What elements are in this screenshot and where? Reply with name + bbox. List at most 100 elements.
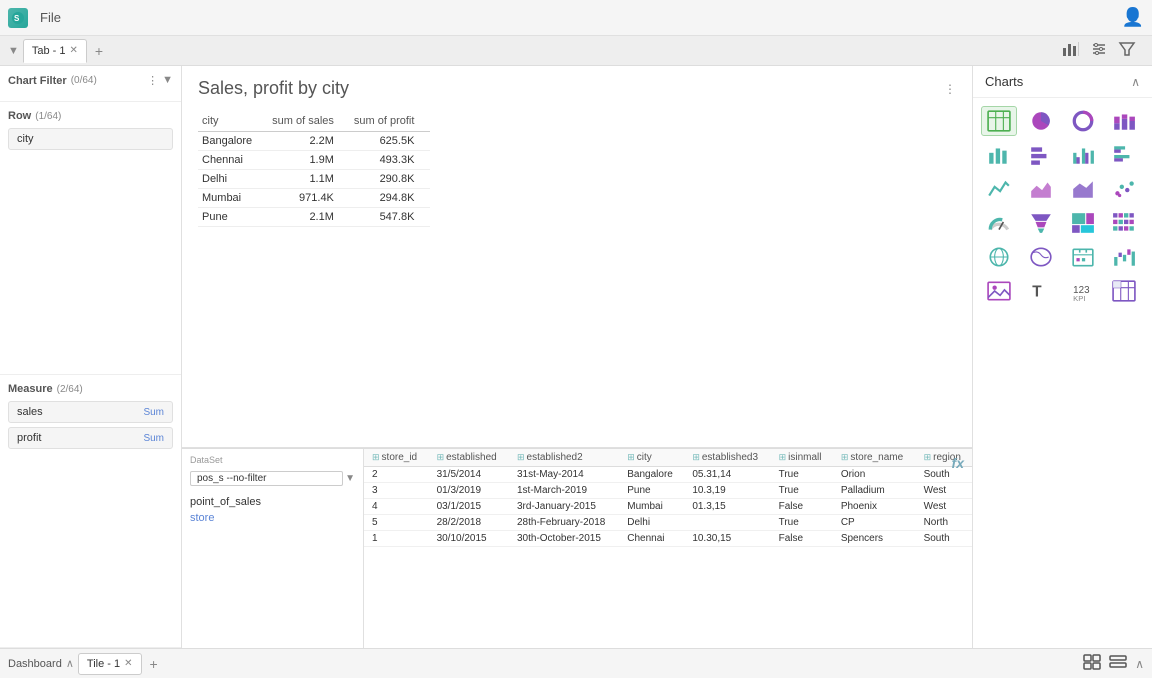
table-cell: 3 [364, 483, 429, 499]
add-tab-button[interactable]: + [91, 43, 107, 59]
table-cell: 28th-February-2018 [509, 515, 619, 531]
chart-type-area[interactable] [1023, 174, 1059, 204]
table-cell: 03/1/2015 [429, 499, 509, 515]
table-cell: Pune [619, 483, 684, 499]
tab-label: Tab - 1 [32, 45, 66, 57]
tile-close[interactable]: ✕ [124, 658, 132, 669]
chart-type-calendar[interactable] [1065, 242, 1101, 272]
tile-tab[interactable]: Tile - 1 ✕ [78, 653, 142, 675]
table-cell: 2 [364, 467, 429, 483]
bottom-col-store_name: ⊞store_name [833, 449, 916, 467]
table-row: 403/1/20153rd-January-2015Mumbai01.3,15F… [364, 499, 972, 515]
bottom-bar: Dashboard ∧ Tile - 1 ✕ + ∧ [0, 648, 1152, 678]
measure-profit-agg: Sum [143, 433, 164, 444]
table-cell: West [916, 499, 972, 515]
tab-1[interactable]: Tab - 1 ✕ [23, 39, 87, 63]
chart-cell: 2.1M [268, 208, 350, 227]
chart-type-heatmap[interactable] [1106, 208, 1142, 238]
dashboard-arrow[interactable]: ∧ [66, 657, 74, 670]
chart-type-scatter[interactable] [1106, 174, 1142, 204]
chart-type-bar[interactable] [981, 140, 1017, 170]
list-view-icon[interactable] [1109, 654, 1127, 673]
chart-type-world-map[interactable] [1023, 242, 1059, 272]
add-tile-button[interactable]: + [146, 656, 162, 672]
center-panel: Sales, profit by city ⋮ city sum of sale… [182, 66, 972, 648]
chart-type-filled-area[interactable] [1065, 174, 1101, 204]
collapse-icon[interactable]: ∧ [1135, 657, 1144, 671]
table-cell: 5 [364, 515, 429, 531]
top-bar: S File 👤 [0, 0, 1152, 36]
chart-cell: 493.3K [350, 151, 431, 170]
chart-type-gauge[interactable] [981, 208, 1017, 238]
chart-type-pie[interactable] [1023, 106, 1059, 136]
chart-type-line[interactable] [981, 174, 1017, 204]
chart-type-grouped-bar[interactable] [1065, 140, 1101, 170]
app-title: File [40, 10, 61, 25]
measure-field-sales[interactable]: sales Sum [8, 401, 173, 423]
grid-view-icon[interactable] [1083, 654, 1101, 673]
col-sum-sales: sum of sales [268, 111, 350, 132]
table-cell: Bangalore [619, 467, 684, 483]
chart-type-funnel[interactable] [1023, 208, 1059, 238]
measure-sales-label: sales [17, 406, 43, 418]
chart-type-donut[interactable] [1065, 106, 1101, 136]
chart-cell: 971.4K [268, 189, 350, 208]
svg-text:S: S [14, 14, 20, 23]
row-field[interactable]: city [8, 128, 173, 150]
dataset-value: pos_s --no-filter [190, 471, 343, 486]
chart-type-crosstab[interactable] [1106, 276, 1142, 306]
col-city: city [198, 111, 268, 132]
user-icon[interactable]: 👤 [1122, 7, 1144, 28]
table-cell: West [916, 483, 972, 499]
chart-type-treemap[interactable] [1065, 208, 1101, 238]
tab-dropdown[interactable]: ▼ [8, 45, 19, 57]
measure-field-profit[interactable]: profit Sum [8, 427, 173, 449]
chart-title: Sales, profit by city [198, 78, 349, 99]
table-cell: 31/5/2014 [429, 467, 509, 483]
measure-count: (2/64) [57, 384, 83, 395]
table-cell: True [771, 483, 833, 499]
table-cell [684, 515, 770, 531]
chart-type-stacked[interactable] [1106, 106, 1142, 136]
chart-type-hbar[interactable] [1023, 140, 1059, 170]
charts-panel-header: Charts ∧ [973, 66, 1152, 98]
chart-type-image[interactable] [981, 276, 1017, 306]
fx-icon[interactable]: fx [952, 455, 964, 471]
tab-close[interactable]: ✕ [70, 45, 78, 56]
chart-menu-icon[interactable]: ⋮ [944, 82, 956, 96]
measure-profit-label: profit [17, 432, 41, 444]
table-cell: CP [833, 515, 916, 531]
table-cell: Orion [833, 467, 916, 483]
chart-type-text[interactable]: T [1023, 276, 1059, 306]
chart-cell: 1.1M [268, 170, 350, 189]
more-icon[interactable]: ⋮ [147, 74, 158, 87]
chart-type-table[interactable] [981, 106, 1017, 136]
dataset-selector[interactable]: pos_s --no-filter ▼ [190, 471, 355, 486]
settings-icon[interactable] [1090, 40, 1108, 61]
datasource-store-link[interactable]: store [190, 512, 355, 524]
chart-area: Sales, profit by city ⋮ city sum of sale… [182, 66, 972, 448]
chart-cell: 294.8K [350, 189, 431, 208]
bar-chart-icon[interactable] [1062, 40, 1080, 61]
bottom-col-store_id: ⊞store_id [364, 449, 429, 467]
filter-icon[interactable] [1118, 40, 1136, 61]
charts-grid: T 123KPI [973, 98, 1152, 314]
row-header: Row (1/64) [8, 110, 173, 122]
dashboard-label: Dashboard [8, 658, 62, 670]
charts-panel: Charts ∧ [972, 66, 1152, 648]
charts-collapse-icon[interactable]: ∧ [1131, 75, 1140, 89]
chart-type-hgrouped-bar[interactable] [1106, 140, 1142, 170]
table-cell: True [771, 515, 833, 531]
chart-filter-section: Chart Filter (0/64) ⋮ ▼ [0, 66, 181, 102]
chart-type-waterfall[interactable] [1106, 242, 1142, 272]
bottom-col-established2: ⊞established2 [509, 449, 619, 467]
table-row: 528/2/201828th-February-2018DelhiTrueCPN… [364, 515, 972, 531]
chart-type-number[interactable]: 123KPI [1065, 276, 1101, 306]
expand-icon[interactable]: ▼ [162, 74, 173, 87]
chart-cell: Mumbai [198, 189, 268, 208]
svg-text:KPI: KPI [1073, 294, 1085, 303]
dataset-arrow[interactable]: ▼ [345, 473, 355, 484]
chart-type-globe[interactable] [981, 242, 1017, 272]
bottom-right-icons: ∧ [1083, 654, 1144, 673]
dataset-label: DataSet [190, 455, 355, 465]
